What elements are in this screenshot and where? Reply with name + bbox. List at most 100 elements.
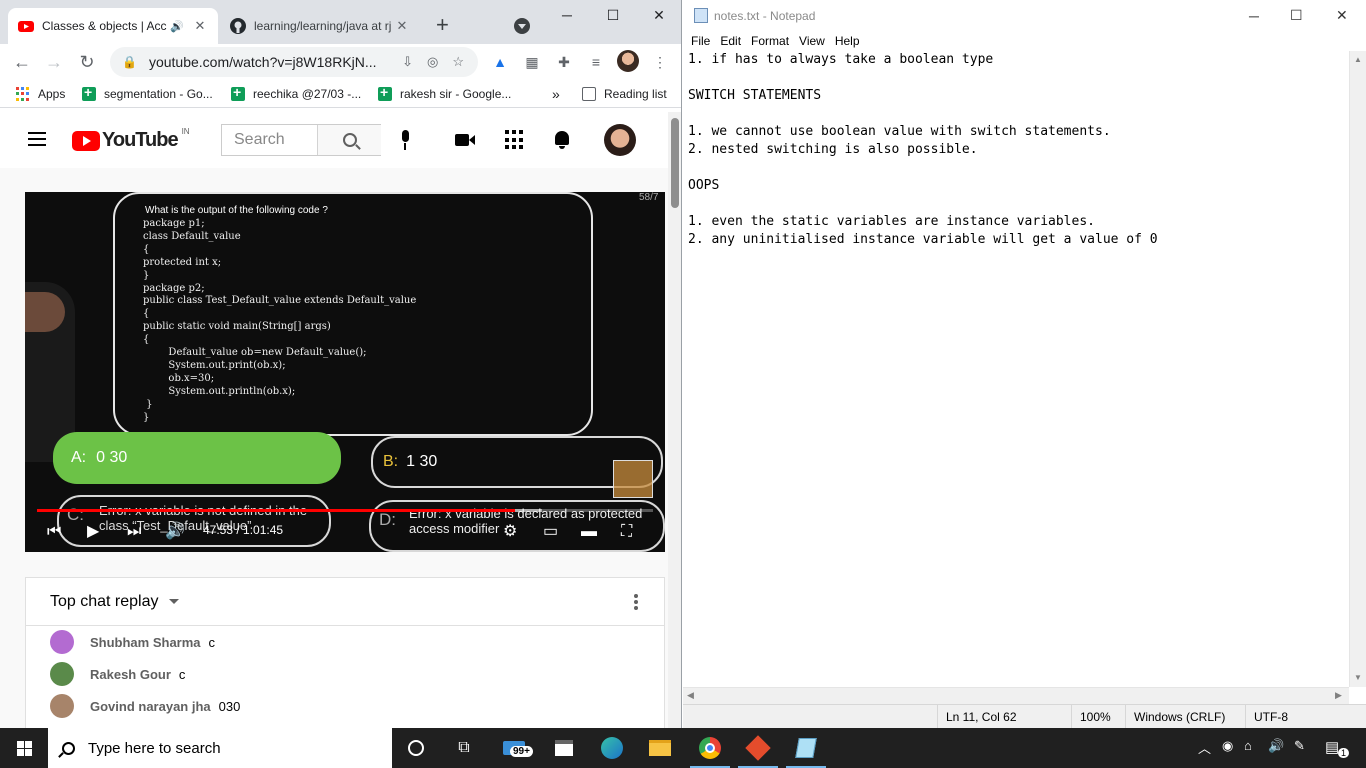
tab-search-icon[interactable] xyxy=(514,18,530,34)
channel-watermark-icon[interactable] xyxy=(613,460,653,498)
chat-replay-panel: Top chat replay Shubham Sharma c Rakesh … xyxy=(25,577,665,728)
show-hidden-icons[interactable]: ︿ xyxy=(1198,738,1211,757)
chat-author[interactable]: Govind narayan jha xyxy=(90,699,211,714)
more-options-icon[interactable] xyxy=(634,594,638,610)
question-text: What is the output of the following code… xyxy=(145,205,328,216)
start-button[interactable] xyxy=(0,728,48,768)
tab-github[interactable]: learning/learning/java at rj ✕ xyxy=(220,8,420,44)
notepad-icon xyxy=(694,8,708,23)
address-bar[interactable]: 🔒 youtube.com/watch?v=j8W18RKjN... ⇩ ◎ ☆ xyxy=(110,47,478,77)
menu-format[interactable]: Format xyxy=(751,34,789,48)
minimize-button[interactable]: ─ xyxy=(544,0,590,30)
store-icon[interactable] xyxy=(540,728,588,768)
maximize-button[interactable]: ☐ xyxy=(590,0,636,30)
close-window-button[interactable]: ✕ xyxy=(1336,7,1348,24)
theater-mode-icon[interactable]: ▬ xyxy=(581,522,597,542)
browser-menu-icon[interactable]: ⋮ xyxy=(652,54,668,70)
bookmark-apps[interactable]: Apps xyxy=(16,85,65,103)
notepad-taskbar-icon[interactable] xyxy=(782,728,830,768)
scroll-down-icon[interactable]: ▼ xyxy=(1354,673,1362,682)
reading-list-label: Reading list xyxy=(604,87,667,101)
avatar[interactable] xyxy=(50,662,74,686)
tab-strip: Classes & objects | Acc 🔊 ✕ learning/lea… xyxy=(0,0,681,44)
reload-icon[interactable]: ↻ xyxy=(75,50,99,74)
zoom-level: 100% xyxy=(1071,705,1125,729)
fullscreen-icon[interactable]: ⛶ xyxy=(621,522,632,542)
pen-icon[interactable]: ✎ xyxy=(1294,738,1305,754)
edge-icon[interactable] xyxy=(588,728,636,768)
video-player[interactable]: What is the output of the following code… xyxy=(25,192,665,552)
notepad-title: notes.txt - Notepad xyxy=(714,8,816,23)
webcam-icon[interactable]: ◉ xyxy=(1222,738,1233,754)
close-window-button[interactable]: ✕ xyxy=(636,0,681,30)
bookmark-reechika[interactable]: reechika @27/03 -... xyxy=(231,84,361,103)
avatar[interactable] xyxy=(50,630,74,654)
avatar[interactable] xyxy=(604,124,636,156)
vertical-scrollbar[interactable]: ▲ ▼ xyxy=(1349,51,1366,687)
scroll-up-icon[interactable]: ▲ xyxy=(1354,55,1362,64)
menu-view[interactable]: View xyxy=(799,34,825,48)
bookmarks-overflow-button[interactable]: » xyxy=(552,85,560,103)
menu-help[interactable]: Help xyxy=(835,34,860,48)
youtube-logo[interactable]: YouTube IN xyxy=(72,127,190,152)
speaker-icon[interactable]: 🔊 xyxy=(170,20,184,33)
create-video-icon[interactable] xyxy=(455,130,477,150)
file-explorer-icon[interactable] xyxy=(636,728,684,768)
drive-extension-icon[interactable]: ▲ xyxy=(492,54,508,70)
avatar[interactable] xyxy=(50,694,74,718)
chat-header[interactable]: Top chat replay xyxy=(26,578,664,626)
tab-youtube[interactable]: Classes & objects | Acc 🔊 ✕ xyxy=(8,8,218,44)
notepad-text-area[interactable]: 1. if has to always take a boolean type … xyxy=(688,51,1348,687)
network-icon[interactable]: ⌂ xyxy=(1244,738,1252,753)
menu-edit[interactable]: Edit xyxy=(720,34,741,48)
close-tab-icon[interactable]: ✕ xyxy=(394,18,410,34)
page-scrollbar[interactable] xyxy=(668,112,681,728)
previous-icon[interactable]: ⏮ xyxy=(47,522,61,542)
notification-count: 1 xyxy=(1338,748,1350,758)
volume-icon[interactable]: 🔊 xyxy=(165,522,185,542)
extensions-puzzle-icon[interactable]: ✚ xyxy=(556,54,572,70)
bookmark-rakesh[interactable]: rakesh sir - Google... xyxy=(378,84,511,103)
cortana-icon[interactable] xyxy=(392,728,440,768)
eye-slash-icon[interactable]: ◎ xyxy=(427,54,438,70)
next-icon[interactable]: ⏭ xyxy=(127,522,141,542)
profile-avatar[interactable] xyxy=(617,50,639,72)
scroll-right-icon[interactable]: ▶ xyxy=(1335,690,1342,701)
notifications-bell-icon[interactable] xyxy=(552,130,574,150)
chrome-icon[interactable] xyxy=(686,728,734,768)
miniplayer-icon[interactable]: ▭ xyxy=(543,522,558,542)
forward-arrow-icon[interactable]: → xyxy=(42,50,66,74)
microphone-icon[interactable] xyxy=(399,130,411,152)
stats-extension-icon[interactable]: ▦ xyxy=(524,54,540,70)
progress-bar[interactable] xyxy=(37,509,653,512)
youtube-search-button[interactable] xyxy=(317,125,381,155)
youtube-search-input[interactable] xyxy=(222,125,317,155)
settings-gear-icon[interactable]: ⚙ xyxy=(503,522,517,542)
play-icon[interactable]: ▶ xyxy=(87,522,99,542)
media-queue-icon[interactable]: ≡ xyxy=(588,54,604,70)
menu-file[interactable]: File xyxy=(691,34,710,48)
option-a-text: 0 30 xyxy=(96,449,128,466)
minimize-button[interactable]: ─ xyxy=(1249,8,1259,24)
vs-code-icon[interactable] xyxy=(734,728,782,768)
bookmark-star-icon[interactable]: ☆ xyxy=(452,54,464,70)
close-tab-icon[interactable]: ✕ xyxy=(192,18,208,34)
bookmark-segmentation[interactable]: segmentation - Go... xyxy=(82,84,213,103)
apps-grid-icon[interactable] xyxy=(505,130,527,150)
maximize-button[interactable]: ☐ xyxy=(1290,7,1303,24)
task-view-icon[interactable]: ⧉ xyxy=(440,728,488,768)
chat-author[interactable]: Rakesh Gour xyxy=(90,667,171,682)
horizontal-scrollbar[interactable]: ◀ ▶ xyxy=(683,687,1349,704)
chat-message: Govind narayan jha 030 xyxy=(50,694,240,718)
menu-hamburger-icon[interactable] xyxy=(28,132,46,146)
install-icon[interactable]: ⇩ xyxy=(402,54,413,70)
youtube-masthead: YouTube IN xyxy=(0,112,668,168)
taskbar-search-box[interactable]: Type here to search xyxy=(48,728,392,768)
new-tab-button[interactable]: + xyxy=(436,14,449,36)
scroll-left-icon[interactable]: ◀ xyxy=(687,690,694,701)
reading-list-button[interactable]: Reading list xyxy=(582,85,667,103)
scrollbar-thumb[interactable] xyxy=(671,118,679,208)
back-arrow-icon[interactable]: ← xyxy=(10,50,34,74)
volume-icon[interactable]: 🔊 xyxy=(1268,738,1284,754)
chat-author[interactable]: Shubham Sharma xyxy=(90,635,201,650)
